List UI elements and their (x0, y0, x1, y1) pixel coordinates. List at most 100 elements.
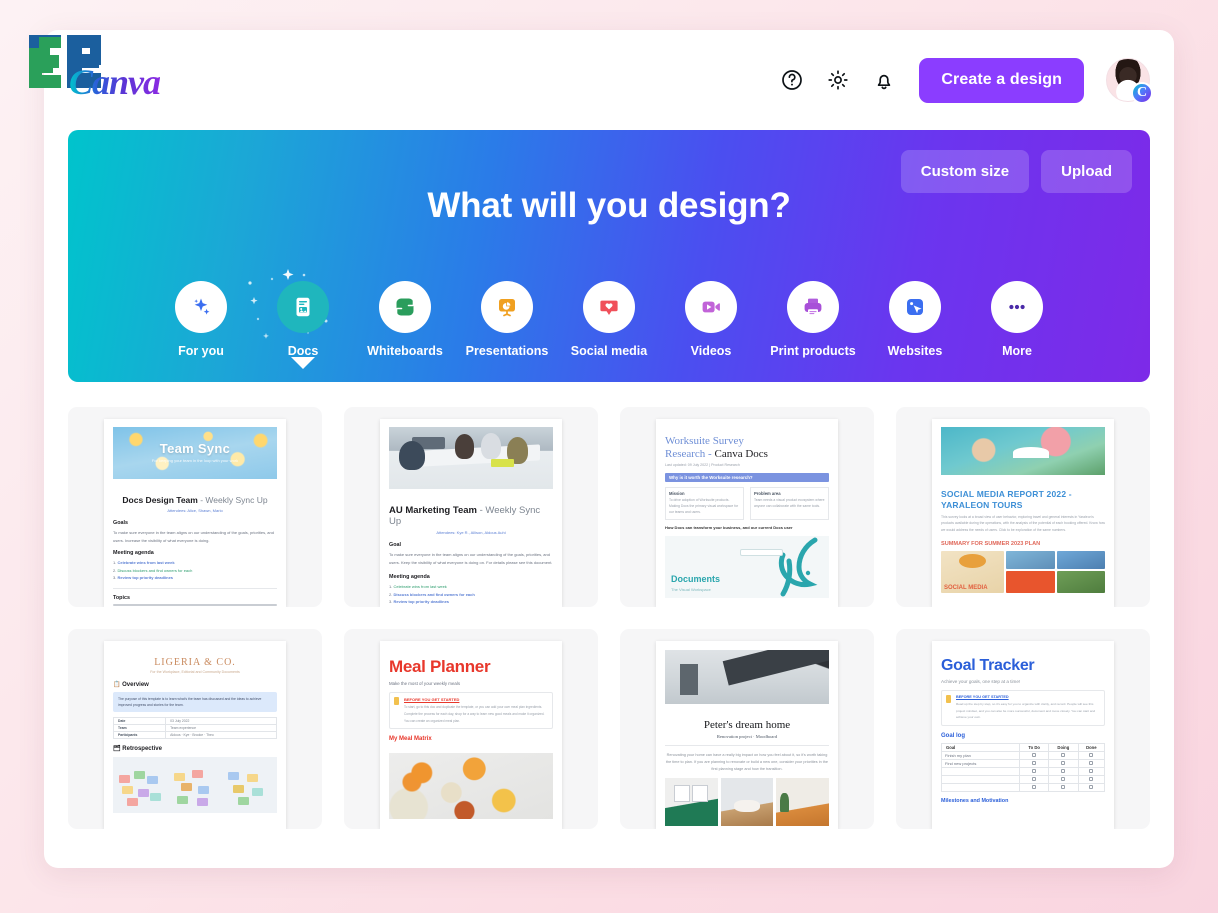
checkbox-icon[interactable] (1089, 784, 1094, 789)
doc-section-heading: Topics (113, 594, 130, 601)
category-social-media[interactable]: Social media (558, 281, 660, 358)
category-label: For you (178, 344, 224, 358)
category-whiteboards[interactable]: Whiteboards (354, 281, 456, 358)
canva-wordmark: Canva (69, 62, 161, 102)
cursor-square-icon (889, 281, 941, 333)
template-card-goal-tracker[interactable]: Goal Tracker Achieve your goals, one ste… (896, 629, 1150, 829)
bookmark-icon (394, 697, 399, 705)
checkbox-icon[interactable] (1061, 760, 1066, 765)
overview-table: Date 03 July 2022 Team Team experience P… (112, 717, 277, 740)
template-card-meal-planner[interactable]: Meal Planner Make the most of your weekl… (344, 629, 598, 829)
table-row (940, 782, 1106, 792)
doc-title: Docs Design Team - Weekly Sync Up (122, 495, 268, 505)
checkbox-icon[interactable] (1061, 784, 1066, 789)
template-card-peters-dream-home[interactable]: Peter's dream home Renovation project · … (620, 629, 874, 829)
video-camera-icon (685, 281, 737, 333)
doc-highlight-bar: Why is it worth the Worksuite research? (665, 473, 829, 483)
template-card-worksuite-survey[interactable]: Worksuite Survey Research - Canva Docs L… (620, 407, 874, 607)
checkbox-icon[interactable] (1089, 752, 1094, 757)
category-videos[interactable]: Videos (660, 281, 762, 358)
settings-gear-icon[interactable] (825, 67, 851, 93)
table-row (940, 766, 1106, 776)
category-presentations[interactable]: Presentations (456, 281, 558, 358)
tourist-photo (941, 427, 1105, 475)
category-label: Social media (570, 344, 648, 358)
doc-subtitle: Renovation project · Moodboard (716, 734, 778, 739)
callout-body: To start, go to this doc and duplicate t… (404, 705, 545, 723)
user-avatar[interactable]: C (1106, 58, 1153, 104)
column-body: Team needs a visual product ecosystem wh… (754, 498, 825, 509)
category-more[interactable]: More (966, 281, 1068, 358)
doc-subtitle: Make the most of your weekly meals (389, 681, 461, 686)
banner-title: Team Sync (159, 441, 231, 456)
template-preview: SOCIAL MEDIA REPORT 2022 - YARALEON TOUR… (932, 419, 1114, 607)
doc-section-heading: 🗂 Retrospective (113, 746, 162, 753)
doc-section-heading: Meeting agenda (389, 574, 430, 581)
table-header-cell: Done (1077, 742, 1106, 752)
printer-icon (787, 281, 839, 333)
house-photo (665, 650, 829, 704)
doc-title: Worksuite Survey Research - Canva Docs (665, 435, 768, 460)
custom-size-button[interactable]: Custom size (900, 150, 1030, 193)
doc-section-heading: Goal log (941, 732, 965, 739)
checkbox-icon[interactable] (1032, 760, 1037, 765)
callout-link[interactable]: BEFORE YOU GET STARTED (956, 695, 1099, 699)
checkbox-icon[interactable] (1089, 776, 1094, 781)
canva-badge-icon: C (1131, 82, 1153, 104)
document-icon (277, 281, 329, 333)
app-header: Create a design C (44, 30, 1174, 130)
checkbox-icon[interactable] (1032, 776, 1037, 781)
notification-bell-icon[interactable] (871, 67, 897, 93)
doc-meta: Attendees: Kye R., Allison, Aldous Auhi (436, 530, 506, 535)
checkbox-icon[interactable] (1061, 768, 1066, 773)
checkbox-icon[interactable] (1089, 768, 1094, 773)
doc-section-heading: Goal (389, 542, 401, 548)
doc-section-heading: Milestones and Motivation (941, 797, 1009, 804)
checkbox-icon[interactable] (1032, 768, 1037, 773)
doc-section-heading: My Meal Matrix (389, 736, 432, 743)
upload-button[interactable]: Upload (1041, 150, 1132, 193)
category-for-you[interactable]: For you (150, 281, 252, 358)
help-icon[interactable] (779, 67, 805, 93)
template-preview: Goal Tracker Achieve your goals, one ste… (932, 641, 1114, 829)
category-print-products[interactable]: Print products (762, 281, 864, 358)
table-header-cell: Doing (1048, 742, 1079, 752)
template-card-social-media-report[interactable]: SOCIAL MEDIA REPORT 2022 - YARALEON TOUR… (896, 407, 1150, 607)
template-card-au-marketing[interactable]: AU Marketing Team - Weekly Sync Up Atten… (344, 407, 598, 607)
image-caption: Documents (671, 573, 721, 584)
image-subcaption: The Visual Workspace (671, 586, 711, 592)
doc-title: SOCIAL MEDIA REPORT 2022 - YARALEON TOUR… (941, 489, 1072, 510)
category-docs[interactable]: Docs (248, 269, 354, 369)
ingredients-photo (389, 753, 553, 820)
doc-subheading: SUMMARY FOR SUMMER 2023 PLAN (941, 540, 1041, 547)
checkbox-icon[interactable] (1089, 760, 1094, 765)
swan-illustration: Documents The Visual Workspace (665, 535, 829, 598)
table-row: Finish my plan (940, 750, 1106, 760)
doc-title: AU Marketing Team - Weekly Sync Up (389, 505, 541, 527)
create-a-design-button[interactable]: Create a design (919, 57, 1084, 103)
canva-logo[interactable]: Canva (27, 33, 167, 102)
template-grid: Team Sync For keeping your team in the l… (68, 407, 1150, 829)
column-heading: Problem area (754, 491, 781, 497)
doc-agenda: 1. Celebrate wins from last week 2. Disc… (113, 560, 193, 581)
checkbox-icon[interactable] (1061, 776, 1066, 781)
table-row: Find new projects (940, 758, 1106, 768)
category-websites[interactable]: Websites (864, 281, 966, 358)
category-row: For you Docs Whiteboards Presentations S… (68, 269, 1150, 369)
callout-link[interactable]: BEFORE YOU GET STARTED (404, 697, 547, 702)
doc-agenda: 1. Celebrate wins from last week 2. Disc… (389, 584, 475, 605)
hero-action-buttons: Custom size Upload (900, 150, 1132, 193)
doc-subheading: How Docs can transform your business, an… (665, 524, 793, 530)
template-preview: LIGERIA & CO. For the Workplace, Editori… (104, 641, 286, 829)
checkbox-icon[interactable] (1061, 752, 1066, 757)
doc-title: Meal Planner (389, 657, 491, 676)
ellipsis-icon (991, 281, 1043, 333)
checkbox-icon[interactable] (1032, 784, 1037, 789)
doc-body: To make sure everyone in the team aligns… (113, 530, 274, 543)
template-card-ligeria-co[interactable]: LIGERIA & CO. For the Workplace, Editori… (68, 629, 322, 829)
template-card-team-sync[interactable]: Team Sync For keeping your team in the l… (68, 407, 322, 607)
checkbox-icon[interactable] (1032, 752, 1037, 757)
doc-section-heading: Meeting agenda (113, 550, 154, 557)
table-header-cell: To Do (1019, 742, 1050, 752)
doc-callout: BEFORE YOU GET STARTED To start, go to t… (389, 692, 553, 730)
